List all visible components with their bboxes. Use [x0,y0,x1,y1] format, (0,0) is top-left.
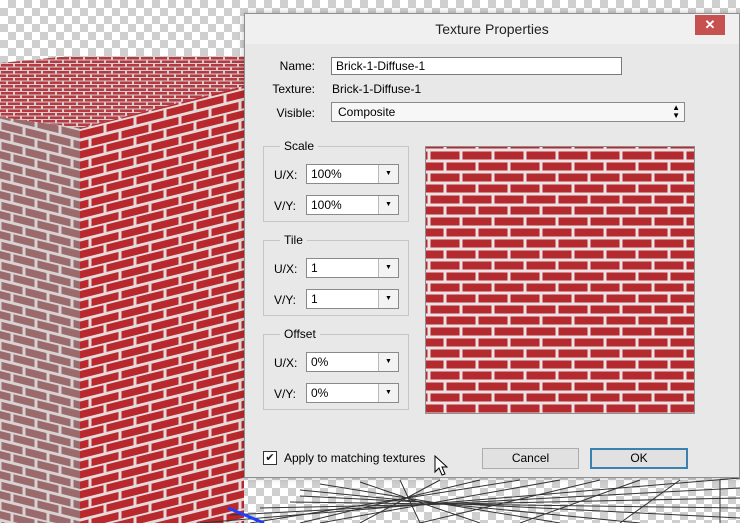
name-label: Name: [279,59,315,73]
scale-vy-label: V/Y: [274,199,297,213]
scale-ux-label: U/X: [274,168,298,182]
close-button[interactable]: ✕ [695,15,725,35]
scale-group: Scale U/X: 100% ▼ V/Y: 100% ▼ [263,139,409,222]
ground-grid [199,477,740,523]
texture-value: Brick-1-Diffuse-1 [332,82,422,96]
dialog-titlebar[interactable]: Texture Properties ✕ [245,14,739,44]
chevron-down-icon[interactable]: ▼ [378,165,398,183]
offset-group: Offset U/X: 0% ▼ V/Y: 0% ▼ [263,327,409,410]
chevron-down-icon[interactable]: ▼ [378,196,398,214]
texture-preview [425,146,695,414]
visible-select-value: Composite [338,105,396,119]
tile-group: Tile U/X: 1 ▼ V/Y: 1 ▼ [263,233,409,316]
offset-group-title: Offset [280,327,320,341]
scale-ux-combo[interactable]: 100% ▼ [306,164,399,184]
cube-front-face [80,86,244,523]
chevron-down-icon[interactable]: ▼ [378,259,398,277]
visible-label: Visible: [276,106,315,120]
offset-vy-value: 0% [311,386,329,400]
cancel-button[interactable]: Cancel [482,448,579,469]
tile-ux-combo[interactable]: 1 ▼ [306,258,399,278]
checkmark-icon: ✔ [265,452,275,464]
dialog-title: Texture Properties [435,21,549,37]
offset-ux-combo[interactable]: 0% ▼ [306,352,399,372]
scale-vy-combo[interactable]: 100% ▼ [306,195,399,215]
apply-matching-label[interactable]: Apply to matching textures [284,451,425,465]
tile-vy-value: 1 [311,292,318,306]
name-input[interactable]: Brick-1-Diffuse-1 [331,57,622,75]
offset-ux-label: U/X: [274,356,298,370]
tile-vy-combo[interactable]: 1 ▼ [306,289,399,309]
cursor-arrow-icon [434,455,449,476]
offset-ux-value: 0% [311,355,329,369]
tile-ux-label: U/X: [274,262,298,276]
visible-select[interactable]: Composite ▲ ▼ [331,102,685,122]
scale-group-title: Scale [280,139,319,153]
tile-ux-value: 1 [311,261,318,275]
chevron-down-icon[interactable]: ▼ [378,290,398,308]
chevron-down-icon[interactable]: ▼ [378,384,398,402]
tile-group-title: Tile [280,233,307,247]
scale-ux-value: 100% [311,167,342,181]
tile-vy-label: V/Y: [274,293,297,307]
offset-vy-label: V/Y: [274,387,297,401]
texture-label: Texture: [272,82,315,96]
cube-side-face [0,117,80,523]
close-icon: ✕ [704,17,716,32]
scale-vy-value: 100% [311,198,342,212]
chevron-down-icon[interactable]: ▼ [378,353,398,371]
chevron-updown-icon: ▲ ▼ [672,103,680,120]
apply-matching-checkbox[interactable]: ✔ [263,451,277,465]
texture-properties-dialog: Texture Properties ✕ Name: Brick-1-Diffu… [244,13,740,478]
offset-vy-combo[interactable]: 0% ▼ [306,383,399,403]
ok-button[interactable]: OK [590,448,688,469]
brick-texture-image [426,147,694,413]
